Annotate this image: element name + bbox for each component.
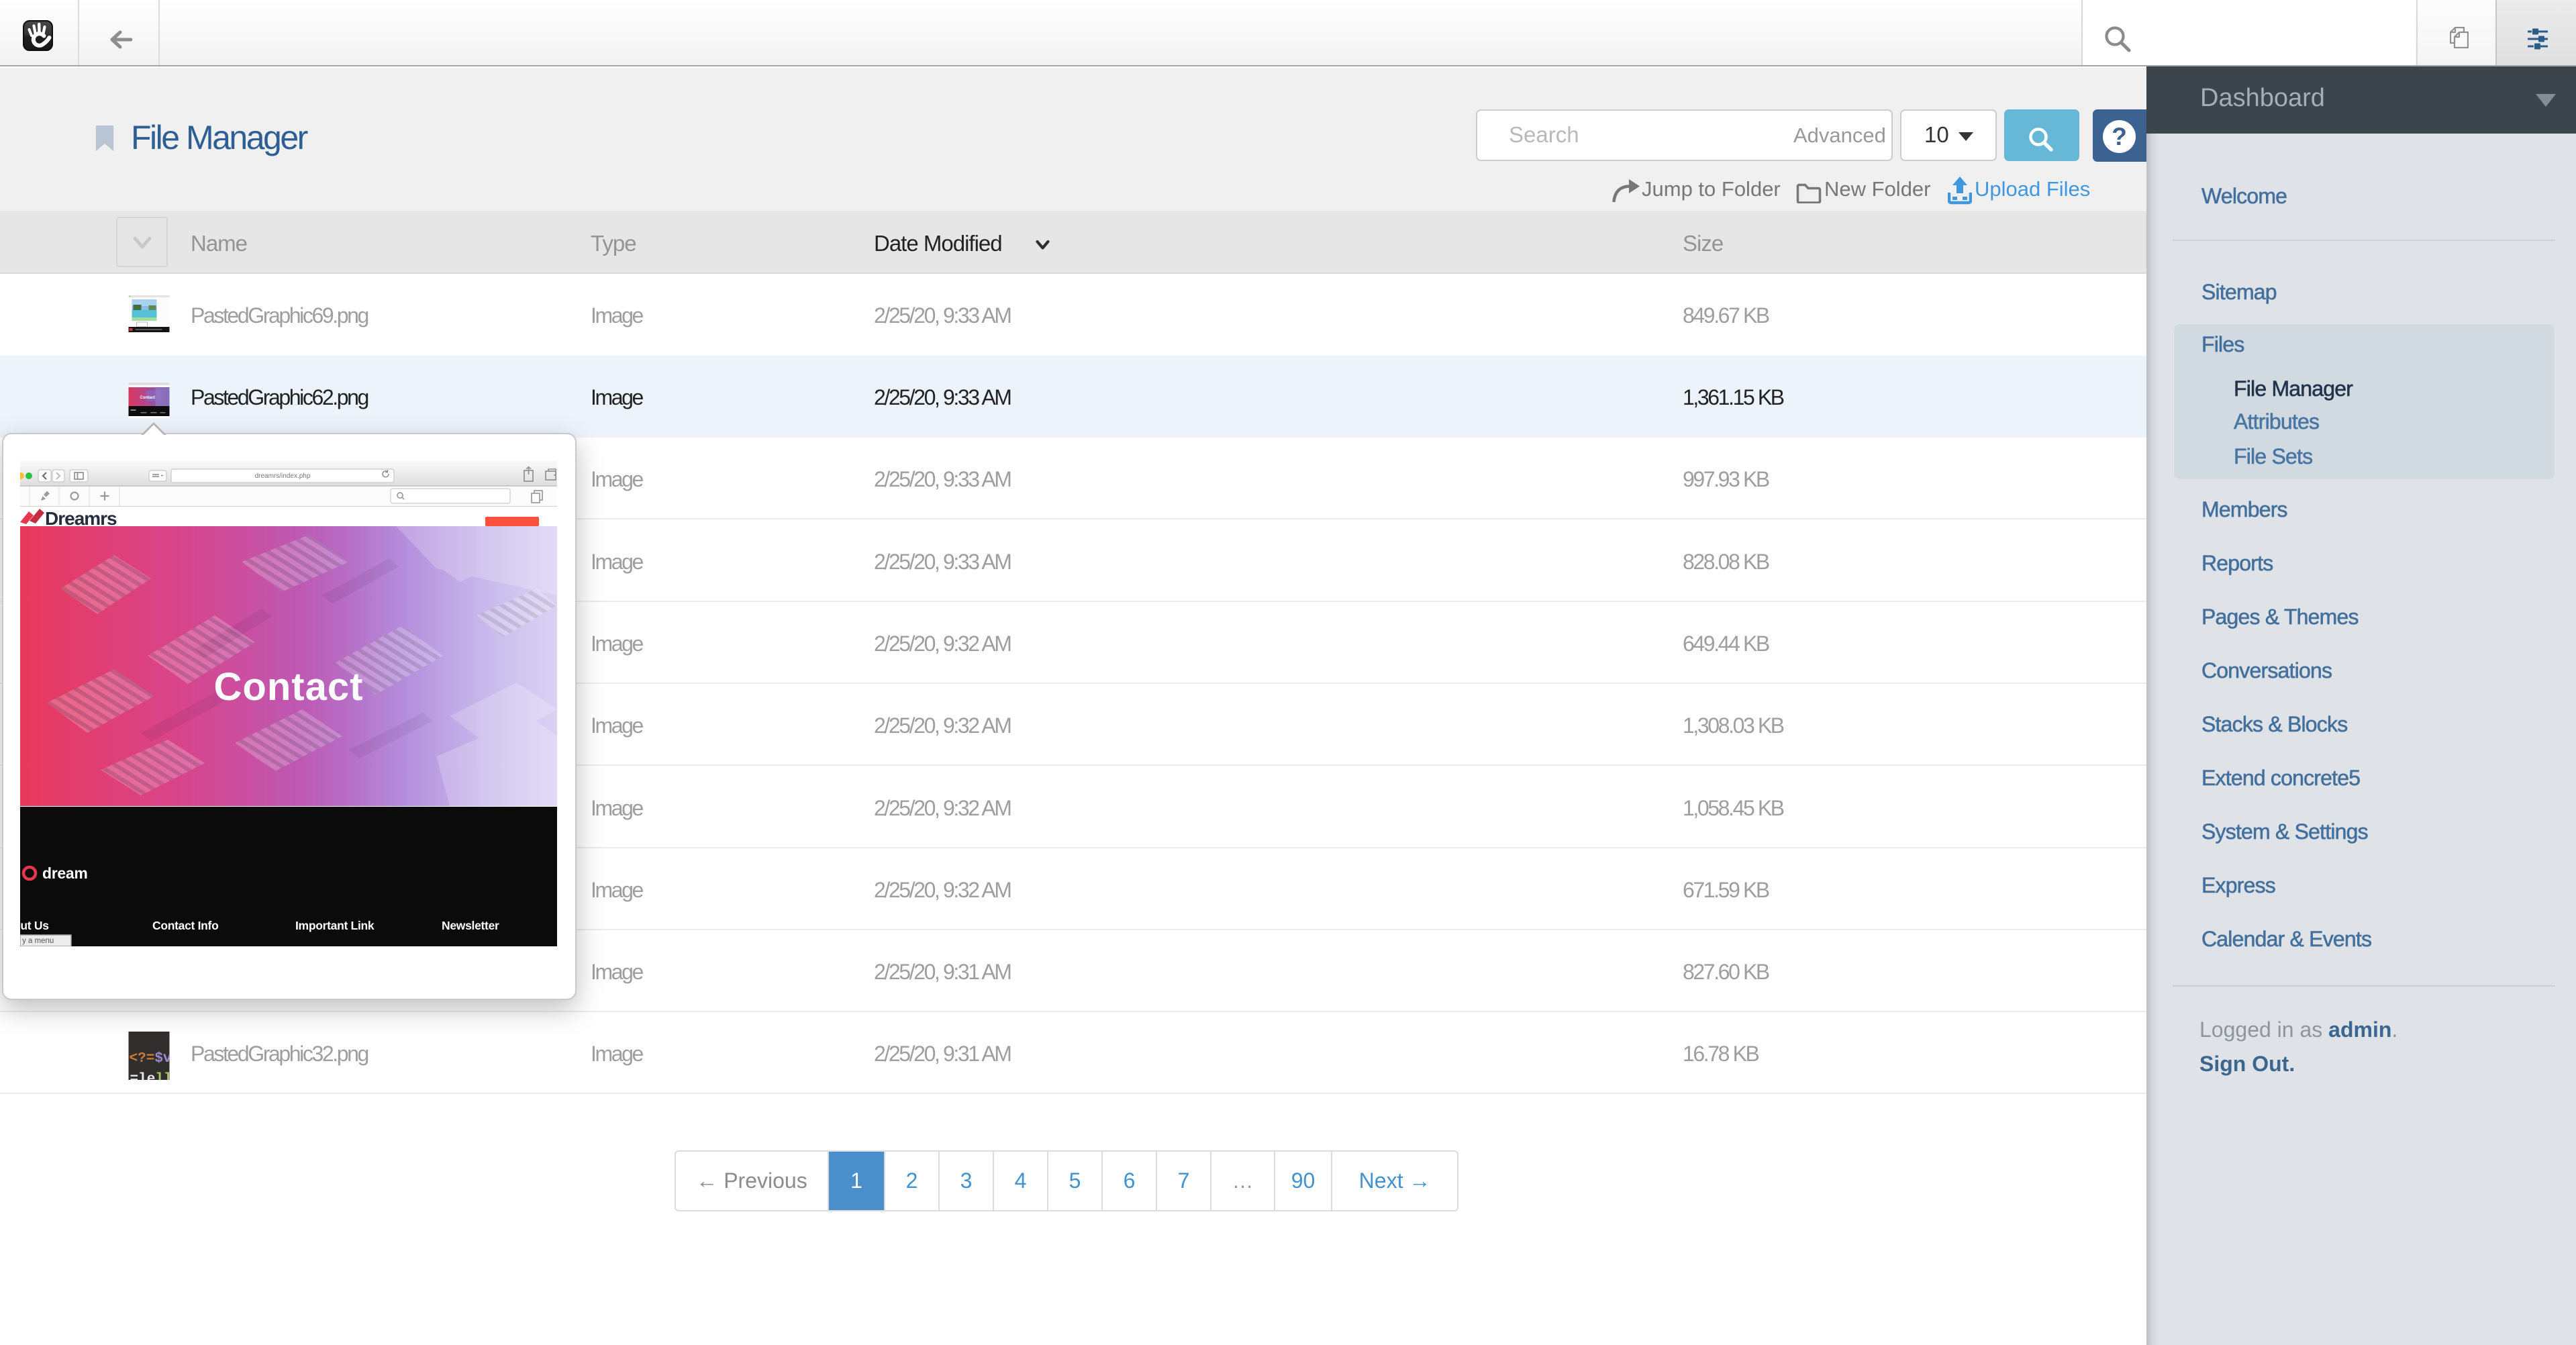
svg-text:Dreamrs: Dreamrs [45, 508, 117, 529]
svg-text:Contact: Contact [140, 396, 155, 400]
svg-text:out Us: out Us [20, 919, 49, 932]
svg-text:dreamrs/index.php: dreamrs/index.php [255, 472, 311, 480]
svg-text:=lell: =lell [130, 1072, 170, 1080]
svg-text:y a menu: y a menu [22, 937, 54, 945]
svg-text:<?=$v: <?=$v [130, 1051, 170, 1066]
svg-text:dream: dream [42, 864, 88, 882]
svg-text:Important Link: Important Link [295, 919, 375, 932]
svg-text:Newsletter: Newsletter [442, 919, 499, 932]
svg-text:Contact: Contact [214, 665, 364, 709]
svg-text:Contact Info: Contact Info [152, 919, 218, 932]
